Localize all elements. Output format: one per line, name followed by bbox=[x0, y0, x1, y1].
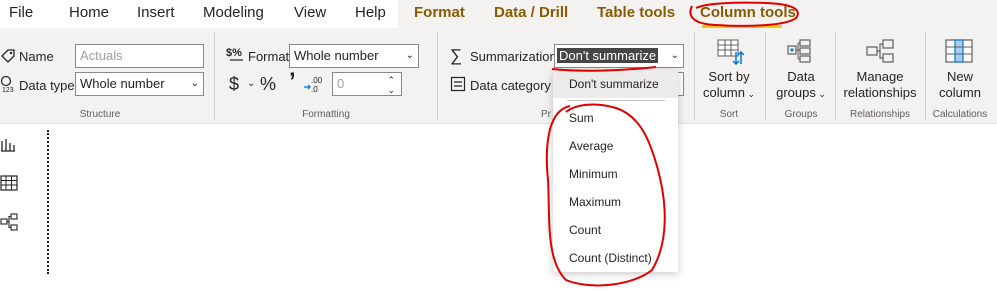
data-category-label: Data category bbox=[470, 78, 551, 93]
tab-view[interactable]: View bbox=[294, 0, 326, 28]
tab-modeling[interactable]: Modeling bbox=[203, 0, 264, 28]
manage-relationships-label-2[interactable]: relationships bbox=[840, 85, 920, 101]
decimal-places-icon[interactable]: .00 .0 bbox=[303, 75, 325, 93]
group-label-calculations: Calculations bbox=[932, 109, 988, 120]
tab-insert[interactable]: Insert bbox=[137, 0, 175, 28]
divider bbox=[925, 32, 926, 120]
svg-text:$%: $% bbox=[226, 47, 242, 59]
comma-button[interactable]: ’ bbox=[289, 68, 296, 96]
dropdown-divider bbox=[567, 100, 665, 101]
contextual-tab-band bbox=[398, 0, 997, 28]
divider bbox=[694, 32, 695, 120]
new-column-label-1[interactable]: New bbox=[930, 69, 990, 85]
data-view-icon[interactable] bbox=[0, 175, 18, 191]
summarization-dropdown: Don't summarize Sum Average Minimum Maxi… bbox=[553, 70, 678, 272]
group-label-groups: Groups bbox=[784, 109, 818, 120]
divider bbox=[437, 32, 438, 120]
data-type-label: Data type bbox=[19, 78, 75, 93]
group-label-relationships: Relationships bbox=[849, 109, 911, 120]
svg-text:.0: .0 bbox=[311, 85, 318, 93]
data-groups-label-2[interactable]: groups ⌄ bbox=[770, 85, 832, 102]
format-value: Whole number bbox=[294, 48, 379, 63]
divider bbox=[835, 32, 836, 120]
decimal-places-value: 0 bbox=[337, 76, 345, 91]
data-category-icon bbox=[450, 76, 466, 92]
tab-table-tools[interactable]: Table tools bbox=[597, 0, 675, 28]
tab-column-tools[interactable]: Column tools bbox=[700, 0, 796, 28]
data-groups-label-1[interactable]: Data bbox=[770, 69, 832, 85]
dropdown-option-minimum[interactable]: Minimum bbox=[553, 160, 678, 188]
dropdown-option-dont-summarize[interactable]: Don't summarize bbox=[553, 70, 678, 98]
sort-by-column-label-1[interactable]: Sort by bbox=[698, 69, 760, 85]
tag-icon bbox=[1, 49, 15, 63]
chevron-down-icon: ⌄ bbox=[405, 50, 414, 61]
canvas-boundary bbox=[47, 130, 49, 274]
tab-data-drill[interactable]: Data / Drill bbox=[494, 0, 568, 28]
summarization-value: Don't summarize bbox=[557, 48, 659, 63]
name-label: Name bbox=[19, 49, 54, 64]
sigma-icon: ∑ bbox=[450, 46, 463, 65]
new-column-label-2[interactable]: column bbox=[930, 85, 990, 101]
data-groups-icon bbox=[787, 39, 811, 63]
dropdown-option-sum[interactable]: Sum bbox=[553, 104, 678, 132]
chevron-down-icon: ⌄ bbox=[670, 50, 679, 61]
summarization-label: Summarization bbox=[470, 49, 557, 64]
divider bbox=[214, 32, 215, 120]
currency-button[interactable]: $ bbox=[229, 74, 239, 95]
tab-home[interactable]: Home bbox=[69, 0, 109, 28]
chevron-down-icon: ⌄ bbox=[815, 89, 826, 99]
format-icon: $% bbox=[226, 47, 243, 61]
dropdown-option-maximum[interactable]: Maximum bbox=[553, 188, 678, 216]
data-type-select[interactable]: Whole number ⌄ bbox=[75, 72, 204, 96]
chevron-down-icon: ⌄ bbox=[190, 78, 199, 89]
name-field[interactable]: Actuals bbox=[75, 44, 204, 68]
data-type-value: Whole number bbox=[80, 76, 165, 91]
tab-help[interactable]: Help bbox=[355, 0, 386, 28]
tab-file[interactable]: File bbox=[9, 0, 33, 28]
group-label-structure: Structure bbox=[79, 109, 121, 120]
format-select[interactable]: Whole number ⌄ bbox=[289, 44, 419, 68]
sort-by-column-icon bbox=[717, 39, 744, 66]
dropdown-option-count-distinct[interactable]: Count (Distinct) bbox=[553, 244, 678, 272]
sort-by-column-label-2[interactable]: column ⌄ bbox=[698, 85, 760, 102]
format-label: Format bbox=[248, 49, 290, 64]
dropdown-option-count[interactable]: Count bbox=[553, 216, 678, 244]
dropdown-option-average[interactable]: Average bbox=[553, 132, 678, 160]
percent-button[interactable]: % bbox=[260, 74, 276, 95]
model-view-icon[interactable] bbox=[0, 213, 18, 231]
summarization-select[interactable]: Don't summarize ⌄ bbox=[554, 44, 684, 68]
chevron-down-icon: ⌄ bbox=[744, 89, 755, 99]
tab-format[interactable]: Format bbox=[414, 0, 465, 28]
chevron-down-icon[interactable]: ⌄ bbox=[247, 78, 255, 89]
group-label-formatting: Formatting bbox=[302, 109, 350, 120]
menu-bar: File Home Insert Modeling View Help Form… bbox=[0, 0, 997, 28]
manage-relationships-label-1[interactable]: Manage bbox=[840, 69, 920, 85]
report-view-icon[interactable] bbox=[0, 137, 16, 153]
manage-relationships-icon bbox=[866, 39, 894, 63]
decimal-places-stepper[interactable]: 0 ⌃ ⌄ bbox=[332, 72, 402, 96]
ribbon: Name Actuals 123 Data type Whole number … bbox=[0, 28, 997, 124]
new-column-icon bbox=[945, 39, 973, 63]
svg-text:.00: .00 bbox=[311, 76, 323, 85]
divider bbox=[765, 32, 766, 120]
data-type-icon: 123 bbox=[0, 75, 14, 93]
group-label-sort: Sort bbox=[719, 109, 739, 120]
svg-text:123: 123 bbox=[2, 87, 14, 93]
view-switcher bbox=[0, 125, 22, 292]
stepper-down-icon[interactable]: ⌄ bbox=[387, 79, 395, 95]
